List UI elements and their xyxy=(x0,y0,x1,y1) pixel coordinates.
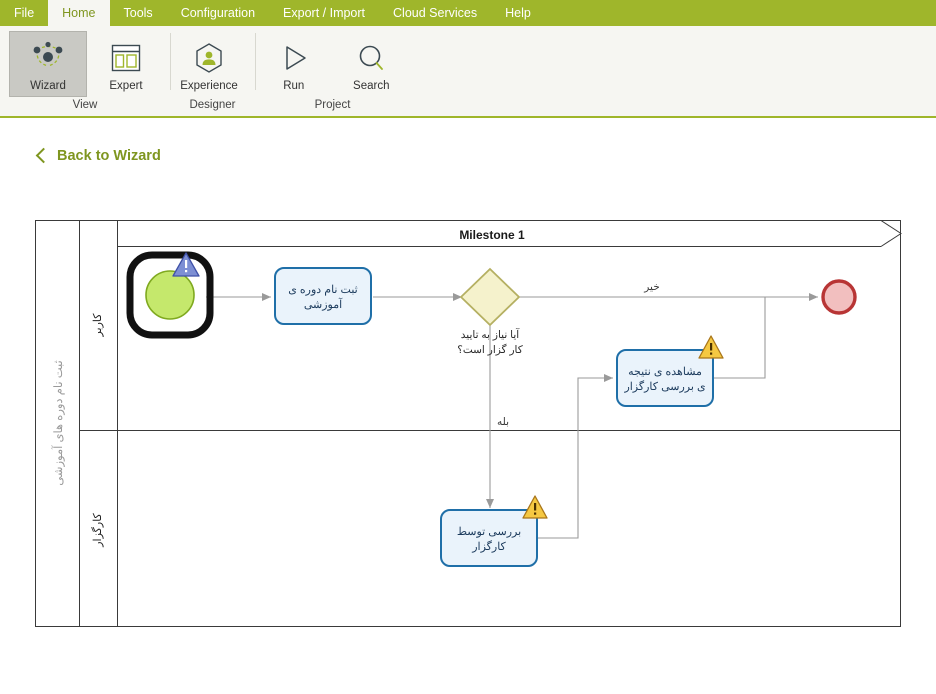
menu-tab-help[interactable]: Help xyxy=(491,0,545,26)
menu-tab-label: Export / Import xyxy=(283,6,366,20)
experience-button[interactable]: Experience xyxy=(170,31,248,97)
task-register-label-line2: آموزشی xyxy=(304,298,343,311)
lane-label-user: کاربر xyxy=(92,313,104,338)
search-button[interactable]: Search xyxy=(333,31,411,97)
run-button-label: Run xyxy=(283,80,305,92)
wizard-button-label: Wizard xyxy=(30,80,66,92)
ribbon-group-designer-label: Designer xyxy=(189,99,236,111)
end-event-circle xyxy=(821,279,857,315)
ribbon-group-view-label: View xyxy=(72,99,98,111)
task-view-result-label-line2: ی بررسی کارگزار xyxy=(623,380,705,393)
back-to-wizard-label: Back to Wizard xyxy=(57,148,161,164)
run-button[interactable]: Run xyxy=(255,31,333,97)
menu-tab-label: Cloud Services xyxy=(393,6,478,20)
expert-button[interactable]: Expert xyxy=(87,31,165,97)
bpmn-diagram-canvas[interactable]: ثبت نام دوره های آموزشی کاربر کارگزار Mi… xyxy=(0,190,936,650)
task-register-box xyxy=(274,267,372,325)
start-event-circle xyxy=(145,270,195,320)
application-window: File Home Tools Configuration Export / I… xyxy=(0,0,936,694)
menu-tab-home[interactable]: Home xyxy=(48,0,110,26)
menu-tab-label: Configuration xyxy=(180,6,256,20)
wizard-button[interactable]: Wizard xyxy=(9,31,87,97)
gateway-label-line2: کار گزار است؟ xyxy=(457,343,523,356)
back-to-wizard-link[interactable]: Back to Wizard xyxy=(35,147,161,164)
ribbon-toolbar: Wizard Expert View Experience Designer R… xyxy=(0,26,936,118)
person-hexagon-icon xyxy=(191,37,227,79)
chevron-left-icon xyxy=(35,147,52,164)
task-register-label-line1: ثبت نام دوره ی xyxy=(288,284,357,296)
menu-tab-cloud-services[interactable]: Cloud Services xyxy=(379,0,491,26)
lane-label-broker: کارگزار xyxy=(91,512,104,547)
ribbon-group-project-label: Project xyxy=(314,99,351,111)
experience-button-label: Experience xyxy=(180,80,238,92)
flow-label-no: خیر xyxy=(643,281,659,293)
menu-tab-file[interactable]: File xyxy=(0,0,48,26)
gateway-label-line1: آیا نیاز به تایید xyxy=(461,328,521,341)
task-register[interactable]: ثبت نام دوره ی آموزشی xyxy=(274,267,372,325)
task-review-label-line2: کارگزار xyxy=(471,540,506,553)
flow-label-yes: بله xyxy=(497,416,509,428)
expert-button-label: Expert xyxy=(109,80,143,92)
end-event[interactable] xyxy=(821,279,857,315)
menu-tab-configuration[interactable]: Configuration xyxy=(167,0,269,26)
pool-label: ثبت نام دوره های آموزشی xyxy=(50,360,65,485)
magnifier-icon xyxy=(353,37,389,79)
menu-tab-label: File xyxy=(14,6,35,20)
menu-tab-export-import[interactable]: Export / Import xyxy=(269,0,379,26)
ribbon-group-view: Wizard Expert View xyxy=(0,26,170,116)
menu-tab-label: Home xyxy=(62,6,96,20)
ribbon-group-project: Run Search Project xyxy=(255,26,410,116)
network-nodes-icon xyxy=(28,37,68,79)
main-menu-bar: File Home Tools Configuration Export / I… xyxy=(0,0,936,26)
menu-tab-label: Help xyxy=(505,6,531,20)
ribbon-group-designer: Experience Designer xyxy=(170,26,255,116)
play-triangle-icon xyxy=(276,37,312,79)
task-review-label-line1: بررسی توسط xyxy=(457,526,521,538)
panels-layout-icon xyxy=(108,37,144,79)
menu-tab-label: Tools xyxy=(123,6,153,20)
milestone-title: Milestone 1 xyxy=(459,228,525,242)
search-button-label: Search xyxy=(353,80,390,92)
menu-tab-tools[interactable]: Tools xyxy=(110,0,167,26)
task-view-result-label-line1: مشاهده ی نتیجه xyxy=(628,366,702,378)
